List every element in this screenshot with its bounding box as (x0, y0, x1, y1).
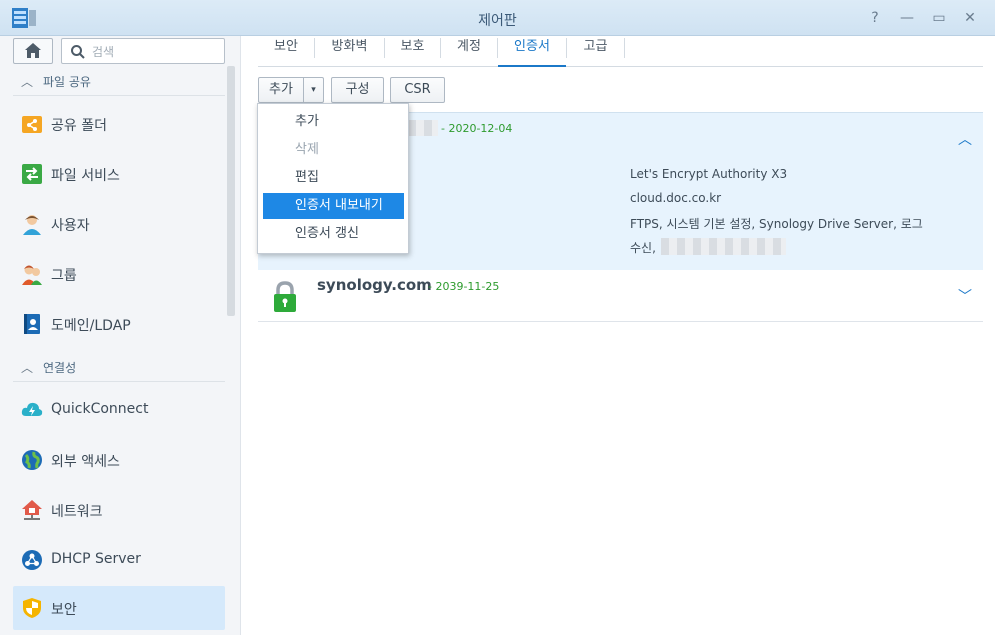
network-icon (22, 500, 42, 520)
sidebar-item-shared-folder[interactable]: 공유 폴더 (13, 102, 225, 146)
quickconnect-icon (21, 402, 43, 416)
sidebar-item-dhcp-server[interactable]: DHCP Server (13, 538, 225, 582)
add-button[interactable]: 추가 (258, 77, 304, 103)
section-label: 파일 공유 (43, 75, 91, 89)
sidebar-item-label: 도메인/LDAP (51, 318, 131, 334)
menu-item-add[interactable]: 추가 (263, 109, 404, 135)
home-button[interactable] (13, 38, 53, 64)
certificate-name: synology.com (317, 276, 432, 294)
menu-item-renew-certificate[interactable]: 인증서 갱신 (263, 221, 404, 247)
tab-certificate[interactable]: 인증서 (498, 36, 566, 67)
chevron-up-icon: ︿ (21, 75, 34, 89)
chevron-up-icon: ︿ (21, 361, 34, 375)
sidebar-item-label: 그룹 (51, 268, 77, 284)
sidebar-item-label: 네트워크 (51, 504, 103, 520)
certificate-services: FTPS, 시스템 기본 설정, Synology Drive Server, … (630, 217, 923, 231)
certificate-services-cont: 수신, (630, 241, 656, 255)
dhcp-server-icon (22, 550, 42, 570)
group-icon (22, 265, 42, 285)
sidebar-item-quickconnect[interactable]: QuickConnect (13, 388, 225, 432)
maximize-button[interactable]: ▭ (929, 8, 949, 28)
menu-item-edit[interactable]: 편집 (263, 165, 404, 191)
add-dropdown-menu: 추가 삭제 편집 인증서 내보내기 인증서 갱신 (257, 103, 409, 254)
sidebar-item-security[interactable]: 보안 (13, 586, 225, 630)
search-icon (71, 45, 85, 59)
sidebar-item-label: DHCP Server (51, 551, 141, 567)
tab-divider (624, 38, 625, 58)
certificate-date: - 2020-12-04 (441, 122, 513, 135)
help-button[interactable]: ? (865, 8, 885, 28)
minimize-button[interactable]: — (897, 8, 917, 28)
security-shield-icon (23, 598, 41, 618)
add-dropdown-toggle[interactable]: ▾ (303, 77, 324, 103)
title-bar: 제어판 ? — ▭ ✕ (0, 0, 995, 36)
sidebar-item-label: QuickConnect (51, 401, 149, 417)
sidebar-item-file-services[interactable]: 파일 서비스 (13, 152, 225, 196)
sidebar-item-user[interactable]: 사용자 (13, 202, 225, 246)
certificate-row[interactable]: synology.com - 2039-11-25 ﹀ (258, 271, 983, 322)
redacted-text (661, 238, 786, 255)
tab-protection[interactable]: 보호 (385, 36, 440, 66)
section-connectivity[interactable]: ︿ 연결성 (13, 352, 225, 382)
sidebar-item-label: 사용자 (51, 218, 90, 234)
external-access-icon (22, 450, 42, 470)
tab-firewall[interactable]: 방화벽 (315, 36, 384, 66)
collapse-chevron-icon[interactable]: ︿ (958, 129, 972, 149)
redacted-text (408, 120, 438, 136)
lock-icon (274, 281, 296, 312)
menu-item-delete[interactable]: 삭제 (263, 137, 404, 163)
sidebar-item-group[interactable]: 그룹 (13, 252, 225, 296)
certificate-issuer: Let's Encrypt Authority X3 (630, 167, 788, 181)
section-label: 연결성 (43, 361, 77, 375)
sidebar-item-domain-ldap[interactable]: 도메인/LDAP (13, 302, 225, 346)
sidebar-item-network[interactable]: 네트워크 (13, 488, 225, 532)
tab-advanced[interactable]: 고급 (567, 36, 624, 66)
shared-folder-icon (22, 116, 42, 133)
sidebar-item-label: 공유 폴더 (51, 118, 107, 134)
window-title: 제어판 (478, 13, 517, 29)
sidebar-item-label: 외부 액세스 (51, 454, 120, 470)
configure-button[interactable]: 구성 (331, 77, 384, 103)
sidebar-item-label: 보안 (51, 602, 77, 618)
close-button[interactable]: ✕ (960, 8, 980, 28)
search-placeholder: 검색 (92, 45, 115, 59)
sidebar-scrollbar[interactable] (227, 66, 235, 316)
home-icon (25, 43, 41, 58)
menu-item-export-certificate[interactable]: 인증서 내보내기 (263, 193, 404, 219)
tab-security[interactable]: 보안 (258, 36, 314, 66)
certificate-date: - 2039-11-25 (428, 280, 500, 293)
expand-chevron-icon[interactable]: ﹀ (958, 286, 972, 306)
certificate-subject: cloud.doc.co.kr (630, 191, 722, 205)
file-services-icon (22, 164, 42, 184)
sidebar: 검색 ︿ 파일 공유 공유 폴더 파일 서비스 사용자 그룹 도메인/LDAP … (0, 36, 241, 635)
sidebar-item-label: 파일 서비스 (51, 168, 120, 184)
sidebar-item-external-access[interactable]: 외부 액세스 (13, 438, 225, 482)
domain-ldap-icon (24, 314, 40, 334)
user-icon (23, 215, 41, 235)
search-input[interactable]: 검색 (61, 38, 225, 64)
section-file-sharing[interactable]: ︿ 파일 공유 (13, 66, 225, 96)
csr-button[interactable]: CSR (390, 77, 445, 103)
tab-bar: 보안 방화벽 보호 계정 인증서 고급 (258, 36, 983, 67)
tab-account[interactable]: 계정 (441, 36, 497, 66)
